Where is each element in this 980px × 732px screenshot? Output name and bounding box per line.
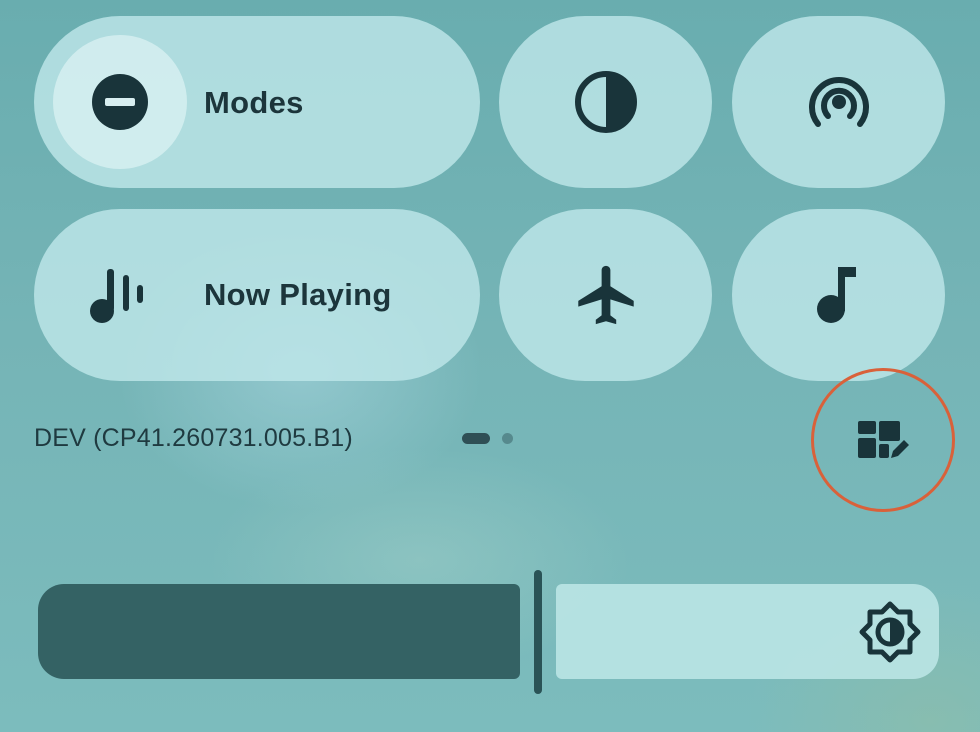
airplane-icon xyxy=(571,260,641,330)
edit-tiles-button[interactable] xyxy=(811,368,955,512)
brightness-slider-handle[interactable] xyxy=(534,570,542,694)
now-playing-icon xyxy=(88,263,152,327)
now-playing-label: Now Playing xyxy=(204,277,392,312)
modes-icon-background xyxy=(53,35,187,169)
do-not-disturb-icon xyxy=(91,73,149,131)
airplane-mode-tile[interactable] xyxy=(499,209,712,381)
page-indicator xyxy=(462,432,522,446)
page-dot-active xyxy=(462,433,490,444)
music-note-icon xyxy=(811,263,867,327)
brightness-auto-icon xyxy=(858,600,922,664)
modes-tile[interactable]: Modes xyxy=(34,16,480,188)
hotspot-tile[interactable] xyxy=(732,16,945,188)
color-inversion-icon xyxy=(574,70,638,134)
build-number: DEV (CP41.260731.005.B1) xyxy=(34,424,353,452)
color-inversion-tile[interactable] xyxy=(499,16,712,188)
now-playing-tile[interactable]: Now Playing xyxy=(34,209,480,381)
brightness-slider-fill xyxy=(38,584,520,679)
hotspot-icon xyxy=(804,72,874,132)
page-dot xyxy=(502,433,513,444)
music-tile[interactable] xyxy=(732,209,945,381)
edit-tiles-icon xyxy=(855,418,911,462)
modes-label: Modes xyxy=(204,85,304,120)
